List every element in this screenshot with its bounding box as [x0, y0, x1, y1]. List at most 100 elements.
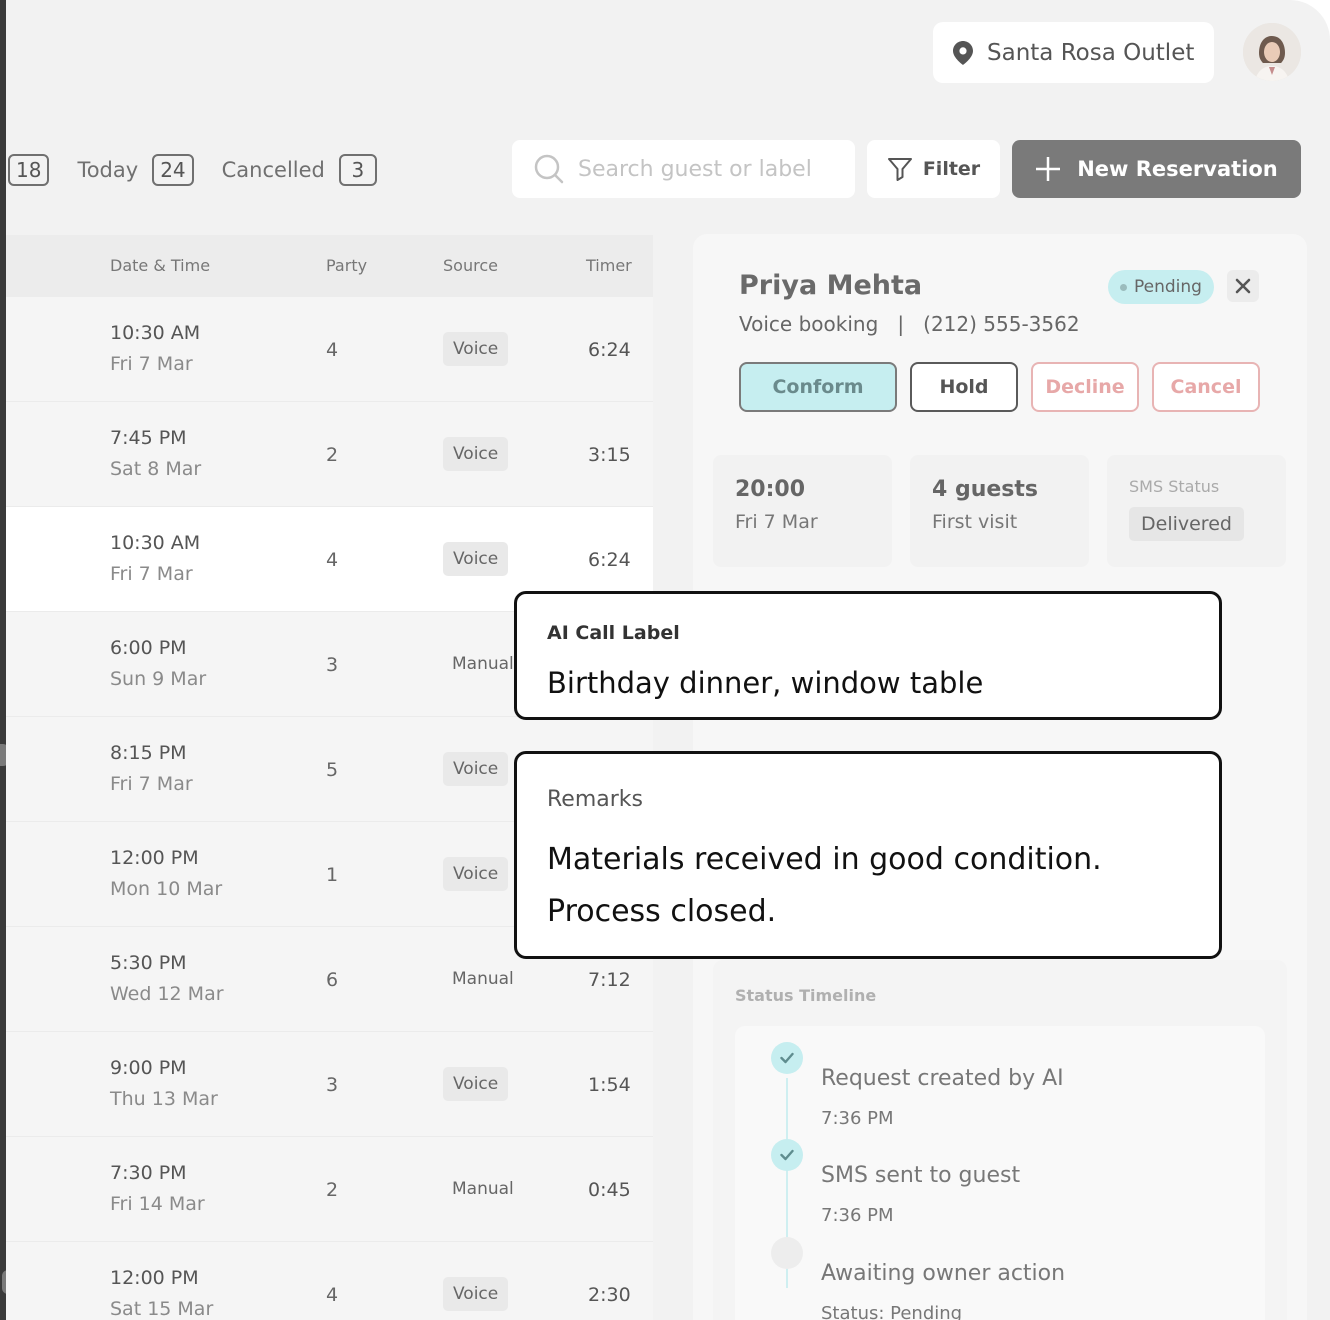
- row-time: 12:00 PM: [110, 1267, 199, 1289]
- row-source-badge: Manual: [452, 969, 514, 989]
- row-party: 4: [326, 1284, 339, 1306]
- location-selector[interactable]: Santa Rosa Outlet: [933, 22, 1214, 83]
- row-time: 10:30 AM: [110, 322, 201, 344]
- remarks-text: Materials received in good condition. Pr…: [547, 842, 1102, 929]
- pending-dot-icon: [771, 1237, 803, 1269]
- reservation-counters: 18 Today 24 Cancelled 3: [6, 150, 377, 190]
- table-row[interactable]: 9:00 PM Thu 13 Mar 3 Voice 1:54: [6, 1032, 653, 1137]
- timeline-list: Request created by AI 7:36 PM SMS sent t…: [735, 1026, 1265, 1320]
- booking-date: Fri 7 Mar: [735, 511, 818, 533]
- row-timer: 3:15: [588, 444, 631, 466]
- guests-card: 4 guests First visit: [910, 455, 1089, 567]
- row-time: 12:00 PM: [110, 847, 199, 869]
- table-row[interactable]: 10:30 AM Fri 7 Mar 4 Voice 6:24: [6, 297, 653, 402]
- cancel-button[interactable]: Cancel: [1152, 362, 1260, 412]
- row-source-badge: Voice: [443, 1277, 509, 1311]
- filter-button[interactable]: Filter: [867, 140, 1000, 198]
- row-date: Wed 12 Mar: [110, 983, 224, 1005]
- row-date: Fri 14 Mar: [110, 1193, 205, 1215]
- row-timer: 7:12: [588, 969, 631, 991]
- col-datetime[interactable]: Date & Time: [110, 256, 210, 275]
- remarks-card: Remarks Materials received in good condi…: [514, 751, 1222, 959]
- row-source-badge: Voice: [443, 752, 509, 786]
- row-party: 4: [326, 549, 339, 571]
- row-party: 6: [326, 969, 339, 991]
- search-box[interactable]: [512, 140, 855, 198]
- row-source-badge: Voice: [443, 857, 509, 891]
- check-icon: [771, 1042, 803, 1074]
- table-row[interactable]: 7:45 PM Sat 8 Mar 2 Voice 3:15: [6, 402, 653, 507]
- row-source-badge: Voice: [443, 1067, 509, 1101]
- avatar-image: [1243, 23, 1301, 81]
- close-icon: [1235, 278, 1251, 294]
- timeline-title: Status Timeline: [735, 986, 877, 1005]
- booking-time: 20:00: [735, 477, 806, 502]
- col-party[interactable]: Party: [326, 256, 367, 275]
- filter-icon: [887, 158, 912, 181]
- new-reservation-button[interactable]: New Reservation: [1012, 140, 1301, 198]
- ai-call-label-title: AI Call Label: [547, 622, 680, 644]
- row-timer: 0:45: [588, 1179, 631, 1201]
- row-timer: 6:24: [588, 339, 631, 361]
- decline-button[interactable]: Decline: [1031, 362, 1139, 412]
- row-party: 4: [326, 339, 339, 361]
- row-time: 7:45 PM: [110, 427, 187, 449]
- search-icon: [534, 154, 564, 184]
- col-timer[interactable]: Timer: [586, 256, 632, 275]
- row-date: Fri 7 Mar: [110, 563, 193, 585]
- row-date: Fri 7 Mar: [110, 773, 193, 795]
- user-avatar[interactable]: [1243, 23, 1301, 81]
- row-date: Sun 9 Mar: [110, 668, 207, 690]
- row-party: 1: [326, 864, 339, 886]
- tab-cancelled[interactable]: Cancelled: [222, 158, 325, 182]
- timeline-item-status: Status: Pending: [821, 1303, 963, 1320]
- row-time: 10:30 AM: [110, 532, 201, 554]
- row-date: Sat 15 Mar: [110, 1298, 214, 1320]
- guest-name: Priya Mehta: [739, 270, 923, 301]
- sms-status-value: Delivered: [1129, 507, 1244, 541]
- table-row[interactable]: 12:00 PM Sat 15 Mar 4 Voice 2:30: [6, 1242, 653, 1320]
- row-source-badge: Manual: [452, 1179, 514, 1199]
- row-date: Sat 8 Mar: [110, 458, 202, 480]
- hold-button[interactable]: Hold: [910, 362, 1018, 412]
- close-button[interactable]: [1227, 270, 1259, 302]
- row-source-badge: Voice: [443, 542, 509, 576]
- filter-label: Filter: [922, 158, 981, 180]
- status-badge: Pending: [1108, 270, 1214, 304]
- row-date: Mon 10 Mar: [110, 878, 223, 900]
- row-time: 8:15 PM: [110, 742, 187, 764]
- col-source[interactable]: Source: [443, 256, 498, 275]
- count-all[interactable]: 18: [8, 154, 50, 186]
- ai-call-label-card: AI Call Label Birthday dinner, window ta…: [514, 591, 1222, 720]
- row-time: 7:30 PM: [110, 1162, 187, 1184]
- table-row[interactable]: 7:30 PM Fri 14 Mar 2 Manual 0:45: [6, 1137, 653, 1242]
- row-source-badge: Voice: [443, 437, 509, 471]
- search-input[interactable]: [578, 156, 838, 182]
- new-reservation-label: New Reservation: [1077, 157, 1278, 181]
- row-date: Thu 13 Mar: [110, 1088, 218, 1110]
- row-party: 2: [326, 444, 339, 466]
- time-card: 20:00 Fri 7 Mar: [713, 455, 892, 567]
- timeline-item-title: Request created by AI: [821, 1066, 1064, 1091]
- table-header: Date & Time Party Source Timer: [6, 235, 653, 297]
- row-time: 6:00 PM: [110, 637, 187, 659]
- conform-button[interactable]: Conform: [739, 362, 897, 412]
- check-icon: [771, 1139, 803, 1171]
- count-cancelled[interactable]: 3: [338, 154, 377, 186]
- app-window: Santa Rosa Outlet 18 Today 24 Cancelled …: [6, 0, 1330, 1320]
- count-today[interactable]: 24: [152, 154, 194, 186]
- row-party: 3: [326, 654, 339, 676]
- guest-count: 4 guests: [932, 477, 1039, 502]
- row-source-badge: Voice: [443, 332, 509, 366]
- timeline-item-time: 7:36 PM: [821, 1205, 894, 1226]
- row-time: 9:00 PM: [110, 1057, 187, 1079]
- row-party: 2: [326, 1179, 339, 1201]
- row-source-badge: Manual: [452, 654, 514, 674]
- remarks-title: Remarks: [547, 787, 643, 812]
- timeline-item-title: SMS sent to guest: [821, 1163, 1021, 1188]
- timeline-item-time: 7:36 PM: [821, 1108, 894, 1129]
- tab-today[interactable]: Today: [77, 158, 138, 182]
- row-timer: 6:24: [588, 549, 631, 571]
- visit-type: First visit: [932, 511, 1018, 533]
- timeline-item-title: Awaiting owner action: [821, 1261, 1066, 1286]
